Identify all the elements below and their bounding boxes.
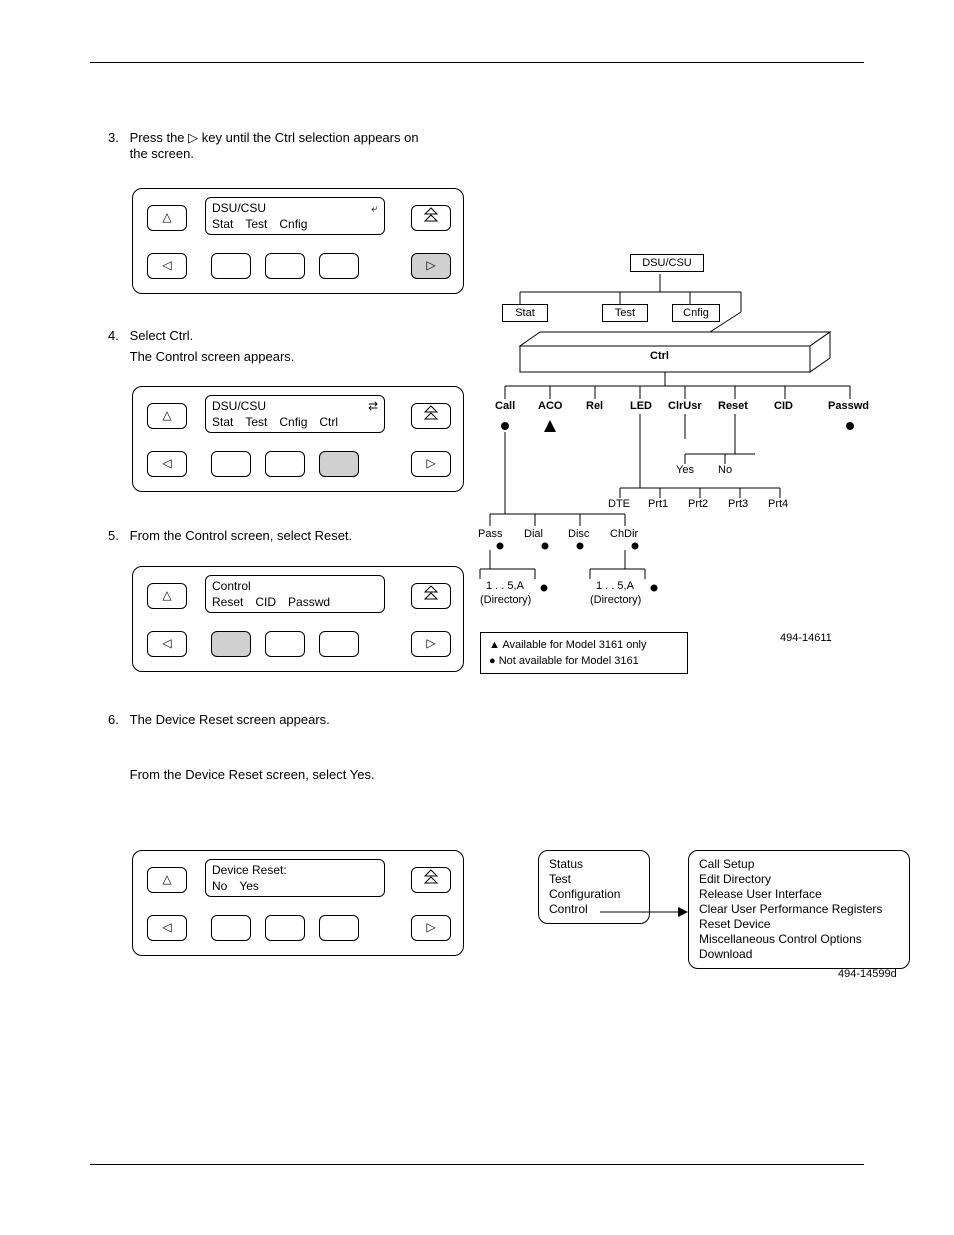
menu-tree-diagram: DSU/CSU xyxy=(480,254,880,684)
flow-right-box: Call Setup Edit Directory Release User I… xyxy=(688,850,910,969)
key-right[interactable] xyxy=(411,631,451,657)
rule-bottom xyxy=(90,1164,864,1165)
key-up[interactable] xyxy=(147,403,187,429)
tree-chdir-sub2: (Directory) xyxy=(590,594,641,606)
step-3-num: 3. xyxy=(108,130,126,145)
step-5-num: 5. xyxy=(108,528,126,543)
tree-chdir: ChDir xyxy=(610,528,638,540)
key-up[interactable] xyxy=(147,867,187,893)
tree-call: Call xyxy=(495,400,515,412)
tree-prt4: Prt4 xyxy=(768,498,788,510)
tree-pass-sub2: (Directory) xyxy=(480,594,531,606)
tree-chdir-sub: 1 . . 5,A xyxy=(596,580,634,592)
tree-ref: 494-14611 xyxy=(780,632,832,644)
tree-yes: Yes xyxy=(676,464,694,476)
flow-ref: 494-14599d xyxy=(838,968,897,980)
tree-ctrl: Ctrl xyxy=(650,350,669,362)
tree-cid: CID xyxy=(774,400,793,412)
tree-legend: ▲ Available for Model 3161 only ● Not av… xyxy=(480,632,688,674)
lcd-1: DSU/CSU⤶ Stat Test Cnfig xyxy=(205,197,385,235)
tree-aco: ACO xyxy=(538,400,562,412)
key-double-up[interactable] xyxy=(411,403,451,429)
step-6-text: The Device Reset screen appears. From th… xyxy=(130,712,430,782)
tree-clrusr: ClrUsr xyxy=(668,400,702,412)
tree-dial: Dial xyxy=(524,528,543,540)
step-6: 6. The Device Reset screen appears. From… xyxy=(108,712,448,782)
step-5: 5. From the Control screen, select Reset… xyxy=(108,528,448,543)
key-f1[interactable] xyxy=(211,915,251,941)
key-up[interactable] xyxy=(147,205,187,231)
tree-pass: Pass xyxy=(478,528,502,540)
step-4-text: Select Ctrl. The Control screen appears. xyxy=(130,328,430,364)
key-f3[interactable] xyxy=(319,915,359,941)
key-double-up[interactable] xyxy=(411,205,451,231)
key-double-up[interactable] xyxy=(411,867,451,893)
step-4-num: 4. xyxy=(108,328,126,343)
tree-no: No xyxy=(718,464,732,476)
key-left[interactable] xyxy=(147,253,187,279)
tree-prt2: Prt2 xyxy=(688,498,708,510)
async-flow-diagram: Status Test Configuration Control Call S… xyxy=(538,850,938,970)
tree-reset: Reset xyxy=(718,400,748,412)
right-arrow-icon: ▷ xyxy=(188,130,198,145)
front-panel-1: DSU/CSU⤶ Stat Test Cnfig xyxy=(132,188,464,294)
key-f3[interactable] xyxy=(319,451,359,477)
key-f1[interactable] xyxy=(211,253,251,279)
tree-led: LED xyxy=(630,400,652,412)
key-right[interactable] xyxy=(411,915,451,941)
key-f1[interactable] xyxy=(211,451,251,477)
key-left[interactable] xyxy=(147,451,187,477)
step-6-num: 6. xyxy=(108,712,126,727)
arrow-icon xyxy=(600,906,690,918)
key-right[interactable] xyxy=(411,253,451,279)
tree-test: Test xyxy=(602,304,648,322)
tree-prt3: Prt3 xyxy=(728,498,748,510)
tree-passwd: Passwd xyxy=(828,400,869,412)
key-f3[interactable] xyxy=(319,253,359,279)
dot-icon: ● xyxy=(489,655,499,667)
key-up[interactable] xyxy=(147,583,187,609)
tree-rel: Rel xyxy=(586,400,603,412)
key-f2[interactable] xyxy=(265,631,305,657)
step-5-text: From the Control screen, select Reset. xyxy=(130,528,430,543)
lcd-4: Device Reset: No Yes xyxy=(205,859,385,897)
lcd-2: DSU/CSU⇄ Stat Test Cnfig Ctrl xyxy=(205,395,385,433)
tree-cnfig: Cnfig xyxy=(672,304,720,322)
tree-disc: Disc xyxy=(568,528,589,540)
tree-stat: Stat xyxy=(502,304,548,322)
front-panel-3: Control Reset CID Passwd xyxy=(132,566,464,672)
lcd-3: Control Reset CID Passwd xyxy=(205,575,385,613)
tree-dte: DTE xyxy=(608,498,630,510)
key-right[interactable] xyxy=(411,451,451,477)
key-double-up[interactable] xyxy=(411,583,451,609)
step-3-text: Press the ▷ key until the Ctrl selection… xyxy=(130,130,430,161)
triangle-icon: ▲ xyxy=(489,639,502,651)
key-left[interactable] xyxy=(147,915,187,941)
key-f2[interactable] xyxy=(265,451,305,477)
front-panel-4: Device Reset: No Yes xyxy=(132,850,464,956)
tree-pass-sub: 1 . . 5,A xyxy=(486,580,524,592)
key-left[interactable] xyxy=(147,631,187,657)
rule-top xyxy=(90,62,864,63)
step-4: 4. Select Ctrl. The Control screen appea… xyxy=(108,328,448,364)
tree-prt1: Prt1 xyxy=(648,498,668,510)
front-panel-2: DSU/CSU⇄ Stat Test Cnfig Ctrl xyxy=(132,386,464,492)
key-f2[interactable] xyxy=(265,253,305,279)
step-3: 3. Press the ▷ key until the Ctrl select… xyxy=(108,130,448,161)
key-f1[interactable] xyxy=(211,631,251,657)
key-f3[interactable] xyxy=(319,631,359,657)
key-f2[interactable] xyxy=(265,915,305,941)
